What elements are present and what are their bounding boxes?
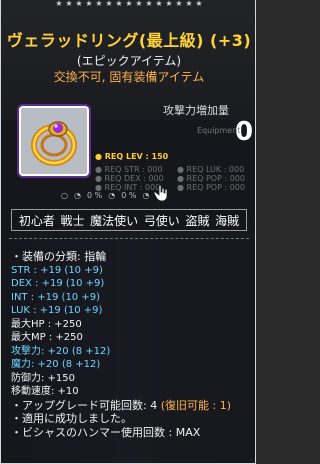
star-icon: ★ [55,0,63,8]
req-str: ● REQ STR : 000 [95,165,163,174]
star-icon: ★ [145,0,153,8]
stat-speed: 移動速度: +10 [11,386,79,397]
status-percent: 0 % [86,190,103,200]
star-icon: ★ [135,0,143,8]
upgrade-count-label: ・アップグレード可能回数: 4 [11,398,158,412]
item-status-row: ○ ◔ 0 % ◔ 0 % ◔ [61,190,221,200]
hand-cursor-icon [153,184,168,202]
job-pirate: 海賊 [215,213,240,228]
star-icon: ★ [75,0,83,8]
attack-increase-label: 攻撃力増加量 [163,104,229,117]
req-pop: ● REQ POP : 000 [177,174,245,183]
stat-magic: 魔力: +20 (8 +12) [11,359,101,370]
status-percent: 0 % [121,190,137,200]
job-thief: 盗賊 [185,213,210,228]
hammer-count: ・ビシャスのハンマー使用回数 : MAX [11,425,201,439]
req-level: ● REQ LEV : 150 [95,152,169,161]
stat-max-mp: 最大MP : +250 [11,332,83,343]
item-icon-frame [17,104,91,178]
job-warrior: 戦士 [60,213,85,228]
status-icon: ◔ [108,190,116,200]
upgrade-count: ・アップグレード可能回数: 4 (復旧可能 : 1) [11,399,251,413]
equipment-ghost-text: Equipment [197,126,241,135]
star-icon: ★ [125,0,133,8]
star-icon: ★ [65,0,73,8]
status-icon: ◔ [142,190,150,200]
job-bowman: 弓使い [143,213,180,228]
item-rarity: (エピックアイテム) [76,54,182,68]
job-beginner: 初心者 [18,213,55,228]
item-tooltip: ★ ★ ★ ★ ★ ★ ★ ★ ★ ★ ★ ★ ★ ★ ★ ヴェラッドリング(最… [0,0,256,464]
star-icon: ★ [175,0,183,8]
stat-attack: 攻撃力: +20 (8 +12) [11,345,111,357]
upgrade-restore: (復旧可能 : 1) [160,398,231,412]
stat-int: INT : +19 (10 +9) [11,291,100,303]
item-title: ヴェラッドリング(最上級) (+3) [6,31,252,50]
star-icon: ★ [165,0,173,8]
job-magician: 魔法使い [90,213,139,228]
ring-icon [31,121,77,166]
star-icon: ★ [95,0,103,8]
item-stats: ・装備の分類: 指輪 STR : +19 (10 +9) DEX : +19 (… [11,250,251,439]
star-icon: ★ [195,0,203,8]
star-icon: ★ [115,0,123,8]
req-luk: ● REQ LUK : 000 [177,165,245,174]
star-icon: ★ [85,0,93,8]
star-icon: ★ [155,0,163,8]
req-dex: ● REQ DEX : 000 [95,174,164,183]
stat-luk: LUK : +19 (10 +9) [11,305,103,316]
stat-dex: DEX : +19 (10 +9) [11,278,105,289]
star-rating: ★ ★ ★ ★ ★ ★ ★ ★ ★ ★ ★ ★ ★ ★ ★ [41,0,217,10]
stat-max-hp: 最大HP : +250 [11,318,82,330]
upgrade-success: ・適用に成功しました。 [11,412,132,425]
equip-category: ・装備の分類: 指輪 [11,250,107,263]
status-icon: ◔ [73,190,81,200]
trade-info: 交換不可, 固有装備アイテム [53,70,205,84]
star-icon: ★ [185,0,193,8]
star-icon: ★ [105,0,113,8]
divider [9,238,249,239]
stat-str: STR : +19 (10 +9) [11,264,103,276]
status-circle-icon: ○ [61,190,68,200]
req-right-column: ● REQ LUK : 000 ● REQ POP : 000 ● REQ PO… [177,165,245,192]
stat-defense: 防御力: +150 [11,372,76,384]
job-requirements: 初心者 戦士 魔法使い 弓使い 盗賊 海賊 [11,209,247,231]
